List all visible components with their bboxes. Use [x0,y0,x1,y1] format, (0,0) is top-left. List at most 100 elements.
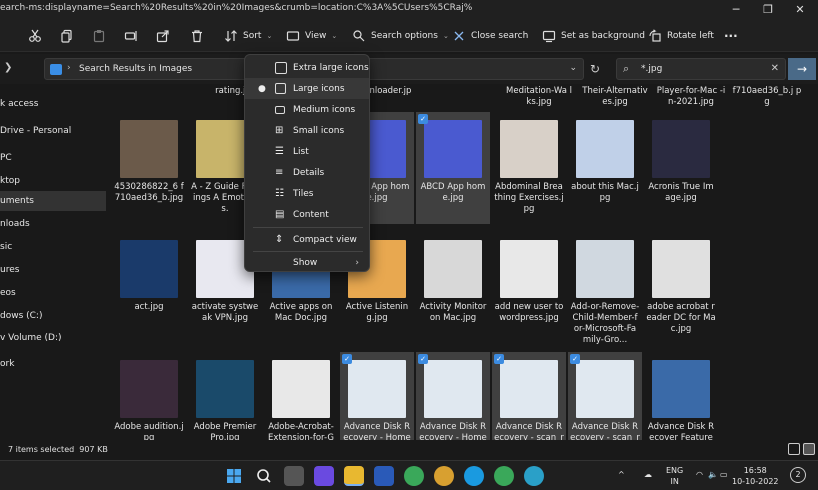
menu-item-show[interactable]: Show › [245,252,369,273]
details-view-button[interactable] [788,443,800,455]
checkbox-icon[interactable]: ✓ [494,354,504,364]
file-thumbnail [196,360,254,418]
file-tile[interactable]: Abdominal Breathing Exercises.jpg [492,112,566,224]
search-query[interactable]: *.jpg [641,64,662,74]
file-tile[interactable]: add new user to wordpress.jpg [492,232,566,344]
menu-item-small-icons[interactable]: ⊞ Small icons [245,120,369,141]
compact-view-icon: ⇕ [275,234,284,245]
sidebar-item-desktop[interactable]: ktop [0,171,106,191]
teams-chat-icon[interactable] [314,466,334,486]
checkbox-icon[interactable]: ✓ [342,354,352,364]
checkbox-icon[interactable]: ✓ [418,354,428,364]
maximize-button[interactable]: ❐ [754,2,782,18]
share-icon[interactable] [156,28,170,44]
file-tile[interactable]: Add-or-Remove-Child-Member-for-Microsoft… [568,232,642,345]
battery-icon[interactable]: ▭ [720,469,728,480]
file-thumbnail [424,120,482,178]
search-go-button[interactable]: → [788,58,816,80]
copy-icon[interactable] [60,28,74,44]
breadcrumb[interactable]: Search Results in Images [79,64,192,74]
menu-item-extra-large-icons[interactable]: Extra large icons [245,57,369,78]
rotate-left-button[interactable]: Rotate left [648,28,714,44]
taskbar: ^ ☁ ENG IN ◠ 🔈 ▭ 16:58 10-10-2022 2 [0,460,818,490]
close-search-button[interactable]: Close search [452,28,528,44]
file-tile[interactable]: about this Mac.jpg [568,112,642,224]
clear-search-icon[interactable]: ✕ [771,63,779,74]
search-options-label: Search options [371,31,438,41]
paste-icon[interactable] [92,28,106,44]
breadcrumb-separator-icon[interactable]: › [67,63,71,73]
cut-icon[interactable] [28,28,42,44]
sidebar-item-documents[interactable]: uments [0,191,106,211]
chevron-right-icon[interactable]: ❯ [4,62,12,73]
large-icons-view-button[interactable] [803,443,815,455]
checkbox-icon[interactable]: ✓ [570,354,580,364]
menu-item-large-icons[interactable]: ● Large icons [245,78,369,99]
search-input[interactable]: ⌕ *.jpg ✕ [616,58,786,80]
sort-icon [225,30,237,42]
menu-item-compact-view[interactable]: ⇕ Compact view [245,229,369,250]
menu-item-list[interactable]: ☰ List [245,141,369,162]
wifi-icon[interactable]: ◠ [696,469,703,480]
chevron-up-icon[interactable]: ^ [618,469,625,480]
menu-item-label: Compact view [293,234,357,245]
file-name: 4530286822_6 f710aed36_b.jpg [114,182,184,203]
chrome-alt-icon[interactable] [494,466,514,486]
view-button[interactable]: View ⌄ [286,28,337,44]
set-background-button[interactable]: Set as background [542,28,645,44]
chevron-down-icon[interactable]: ⌄ [569,63,577,73]
volume-icon[interactable]: 🔈 [708,469,718,480]
chrome-profile-icon[interactable] [434,466,454,486]
rotate-left-label: Rotate left [667,31,714,41]
status-bar: 7 items selected 907 KB [0,440,818,460]
clock[interactable]: 16:58 10-10-2022 [732,465,779,487]
file-name: Active Listening.jpg [345,302,409,323]
file-tile[interactable]: adobe acrobat reader DC for Mac.jpg [644,232,718,344]
menu-item-tiles[interactable]: ☷ Tiles [245,183,369,204]
checkbox-icon[interactable]: ✓ [418,114,428,124]
file-name: Abdominal Breathing Exercises.jpg [494,182,564,214]
notification-badge[interactable]: 2 [790,467,806,483]
sidebar-item-this-pc[interactable]: PC [0,148,106,168]
file-name: Acronis True Image.jpg [648,182,714,203]
file-caption[interactable]: Meditation-Wa lks.jpg [504,86,574,108]
file-explorer-icon[interactable] [344,466,364,486]
task-view-icon[interactable] [284,466,304,486]
sidebar-item-network[interactable]: ork [0,354,106,374]
menu-item-medium-icons[interactable]: Medium icons [245,99,369,120]
more-options-button[interactable]: ··· [724,28,738,44]
sidebar-item-music[interactable]: sic [0,237,106,257]
file-tile[interactable]: 4530286822_6 f710aed36_b.jpg [112,112,186,224]
sort-button[interactable]: Sort ⌄ [224,28,272,44]
close-window-button[interactable]: ✕ [786,2,814,18]
start-icon[interactable] [224,466,244,486]
search-options-button[interactable]: Search options ⌄ [352,28,449,44]
file-tile[interactable]: Acronis True Image.jpg [644,112,718,224]
rename-icon[interactable] [124,28,138,44]
file-tile[interactable]: Activity Monitor on Mac.jpg [416,232,490,344]
sidebar-item-windows-c[interactable]: dows (C:) [0,306,106,326]
file-tile[interactable]: act.jpg [112,232,186,344]
chrome-icon[interactable] [404,466,424,486]
sidebar-item-new-volume-d[interactable]: v Volume (D:) [0,328,106,348]
minimize-button[interactable]: ─ [722,2,750,18]
file-tile[interactable]: ✓ ABCD App home.jpg [416,112,490,224]
sidebar-item-videos[interactable]: eos [0,283,106,303]
skype-icon[interactable] [464,466,484,486]
cloud-icon[interactable]: ☁ [644,469,652,480]
language-indicator[interactable]: ENG IN [666,465,683,487]
sidebar-item-pictures[interactable]: ures [0,260,106,280]
globe-icon[interactable] [524,466,544,486]
file-caption[interactable]: Their-Alternativ es.jpg [580,86,650,108]
delete-icon[interactable] [190,28,204,44]
menu-item-content[interactable]: ▤ Content [245,204,369,225]
sidebar-item-downloads[interactable]: nloads [0,214,106,234]
search-icon[interactable] [254,466,274,486]
word-icon[interactable] [374,466,394,486]
sidebar-item-onedrive[interactable]: Drive - Personal [0,121,106,141]
sidebar-item-quick-access[interactable]: k access [0,94,106,114]
file-caption[interactable]: f710aed36_b.j pg [732,86,802,108]
menu-item-details[interactable]: ≡ Details [245,162,369,183]
refresh-icon[interactable]: ↻ [590,62,600,76]
file-caption[interactable]: Player-for-Mac -in-2021.jpg [656,86,726,108]
